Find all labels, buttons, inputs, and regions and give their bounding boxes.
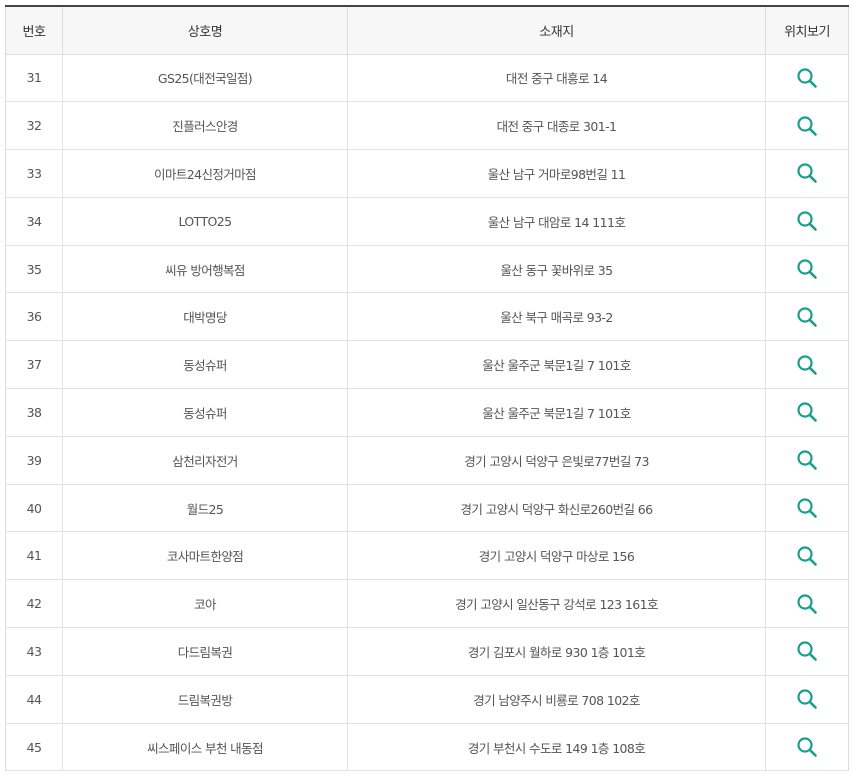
header-address: 소재지 (347, 5, 766, 55)
location-search-icon[interactable] (796, 545, 818, 567)
row-address: 경기 고양시 덕양구 마상로 156 (347, 531, 766, 581)
row-address: 대전 중구 대종로 301-1 (347, 101, 766, 151)
row-store-name: 코아 (62, 579, 348, 629)
row-address: 울산 남구 거마로98번길 11 (347, 149, 766, 198)
row-location-view (765, 340, 849, 390)
table-row: 38 동성슈퍼 울산 울주군 북문1길 7 101호 (5, 388, 849, 437)
row-location-view (765, 484, 849, 533)
table-row: 32 진플러스안경 대전 중구 대종로 301-1 (5, 101, 849, 151)
table-row: 43 다드림복권 경기 김포시 월하로 930 1층 101호 (5, 627, 849, 676)
location-search-icon[interactable] (796, 210, 818, 232)
row-location-view (765, 149, 849, 198)
row-location-view (765, 292, 849, 342)
location-search-icon[interactable] (796, 640, 818, 662)
row-address: 경기 고양시 일산동구 강석로 123 161호 (347, 579, 766, 629)
row-address: 경기 부천시 수도로 149 1층 108호 (347, 723, 766, 772)
table-header: 번호 상호명 소재지 위치보기 (5, 5, 849, 55)
table-row: 34 LOTTO25 울산 남구 대암로 14 111호 (5, 197, 849, 246)
table-row: 35 씨유 방어행복점 울산 동구 꽃바위로 35 (5, 245, 849, 294)
row-address: 울산 울주군 북문1길 7 101호 (347, 388, 766, 437)
row-store-name: 대박명당 (62, 292, 348, 342)
row-store-name: 씨유 방어행복점 (62, 245, 348, 294)
header-store-name: 상호명 (62, 5, 348, 55)
row-number: 43 (5, 627, 63, 676)
row-location-view (765, 388, 849, 437)
row-number: 32 (5, 101, 63, 151)
row-number: 34 (5, 197, 63, 246)
location-search-icon[interactable] (796, 688, 818, 710)
row-location-view (765, 54, 849, 103)
row-number: 38 (5, 388, 63, 437)
location-search-icon[interactable] (796, 67, 818, 89)
row-number: 40 (5, 484, 63, 533)
row-location-view (765, 723, 849, 772)
row-location-view (765, 245, 849, 294)
table-row: 37 동성슈퍼 울산 울주군 북문1길 7 101호 (5, 340, 849, 390)
location-search-icon[interactable] (796, 354, 818, 376)
table-header-row: 번호 상호명 소재지 위치보기 (5, 5, 849, 55)
location-search-icon[interactable] (796, 401, 818, 423)
table-row: 41 코사마트한양점 경기 고양시 덕양구 마상로 156 (5, 531, 849, 581)
row-number: 45 (5, 723, 63, 772)
row-number: 36 (5, 292, 63, 342)
store-list-table: 번호 상호명 소재지 위치보기 31 GS25(대전국일점) 대전 중구 대흥로 1… (5, 5, 849, 772)
row-location-view (765, 436, 849, 485)
row-address: 경기 고양시 덕양구 은빛로77번길 73 (347, 436, 766, 485)
row-store-name: 동성슈퍼 (62, 388, 348, 437)
location-search-icon[interactable] (796, 306, 818, 328)
table-row: 33 이마트24신정거마점 울산 남구 거마로98번길 11 (5, 149, 849, 198)
table-body: 31 GS25(대전국일점) 대전 중구 대흥로 14 32 진플러스안경 대전 중구 대… (5, 54, 849, 772)
row-store-name: 월드25 (62, 484, 348, 533)
header-location-view: 위치보기 (765, 5, 849, 55)
row-number: 31 (5, 54, 63, 103)
row-location-view (765, 675, 849, 724)
row-store-name: 씨스페이스 부천 내동점 (62, 723, 348, 772)
row-address: 경기 남양주시 비룡로 708 102호 (347, 675, 766, 724)
row-address: 울산 북구 매곡로 93-2 (347, 292, 766, 342)
row-location-view (765, 101, 849, 151)
row-address: 경기 김포시 월하로 930 1층 101호 (347, 627, 766, 676)
row-number: 41 (5, 531, 63, 581)
location-search-icon[interactable] (796, 162, 818, 184)
table-row: 40 월드25 경기 고양시 덕양구 화신로260번길 66 (5, 484, 849, 533)
row-store-name: LOTTO25 (62, 197, 348, 246)
location-search-icon[interactable] (796, 497, 818, 519)
location-search-icon[interactable] (796, 736, 818, 758)
row-number: 44 (5, 675, 63, 724)
row-number: 37 (5, 340, 63, 390)
row-number: 33 (5, 149, 63, 198)
location-search-icon[interactable] (796, 258, 818, 280)
table-row: 42 코아 경기 고양시 일산동구 강석로 123 161호 (5, 579, 849, 629)
row-store-name: 이마트24신정거마점 (62, 149, 348, 198)
row-location-view (765, 627, 849, 676)
row-address: 대전 중구 대흥로 14 (347, 54, 766, 103)
table-row: 44 드림복권방 경기 남양주시 비룡로 708 102호 (5, 675, 849, 724)
row-number: 39 (5, 436, 63, 485)
row-address: 울산 동구 꽃바위로 35 (347, 245, 766, 294)
row-store-name: 드림복권방 (62, 675, 348, 724)
row-store-name: 삼천리자전거 (62, 436, 348, 485)
row-number: 35 (5, 245, 63, 294)
row-address: 울산 남구 대암로 14 111호 (347, 197, 766, 246)
location-search-icon[interactable] (796, 449, 818, 471)
row-store-name: 진플러스안경 (62, 101, 348, 151)
row-number: 42 (5, 579, 63, 629)
table-row: 36 대박명당 울산 북구 매곡로 93-2 (5, 292, 849, 342)
table-row: 45 씨스페이스 부천 내동점 경기 부천시 수도로 149 1층 108호 (5, 723, 849, 772)
row-store-name: GS25(대전국일점) (62, 54, 348, 103)
row-store-name: 코사마트한양점 (62, 531, 348, 581)
store-list-table-wrap: 번호 상호명 소재지 위치보기 31 GS25(대전국일점) 대전 중구 대흥로 1… (5, 5, 849, 772)
table-row: 39 삼천리자전거 경기 고양시 덕양구 은빛로77번길 73 (5, 436, 849, 485)
row-location-view (765, 531, 849, 581)
row-store-name: 동성슈퍼 (62, 340, 348, 390)
row-store-name: 다드림복권 (62, 627, 348, 676)
row-address: 경기 고양시 덕양구 화신로260번길 66 (347, 484, 766, 533)
row-address: 울산 울주군 북문1길 7 101호 (347, 340, 766, 390)
row-location-view (765, 197, 849, 246)
location-search-icon[interactable] (796, 115, 818, 137)
location-search-icon[interactable] (796, 593, 818, 615)
row-location-view (765, 579, 849, 629)
header-number: 번호 (5, 5, 63, 55)
table-row: 31 GS25(대전국일점) 대전 중구 대흥로 14 (5, 54, 849, 103)
